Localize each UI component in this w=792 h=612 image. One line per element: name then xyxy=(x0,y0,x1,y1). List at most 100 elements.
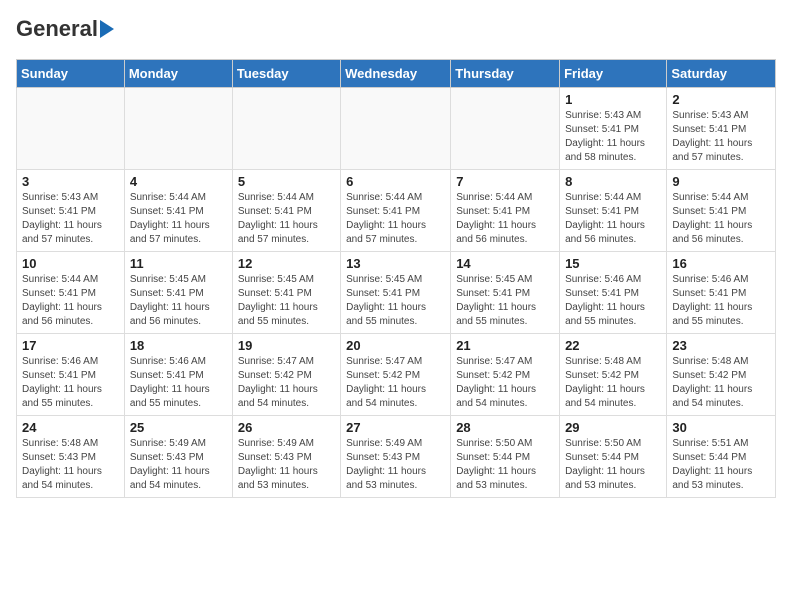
day-info: Sunrise: 5:45 AM Sunset: 5:41 PM Dayligh… xyxy=(130,273,227,329)
day-number: 11 xyxy=(130,256,227,271)
calendar-week-row: 24 Sunrise: 5:48 AM Sunset: 5:43 PM Dayli… xyxy=(17,416,776,498)
day-number: 30 xyxy=(672,420,770,435)
day-info: Sunrise: 5:43 AM Sunset: 5:41 PM Dayligh… xyxy=(672,109,770,165)
day-number: 8 xyxy=(565,174,661,189)
calendar-cell: 9 Sunrise: 5:44 AM Sunset: 5:41 PM Daylig… xyxy=(667,170,776,252)
day-info: Sunrise: 5:51 AM Sunset: 5:44 PM Dayligh… xyxy=(672,437,770,493)
day-info: Sunrise: 5:47 AM Sunset: 5:42 PM Dayligh… xyxy=(238,355,335,411)
day-number: 10 xyxy=(22,256,119,271)
day-number: 16 xyxy=(672,256,770,271)
calendar-week-row: 1 Sunrise: 5:43 AM Sunset: 5:41 PM Daylig… xyxy=(17,88,776,170)
calendar-cell: 12 Sunrise: 5:45 AM Sunset: 5:41 PM Dayli… xyxy=(232,252,340,334)
day-number: 3 xyxy=(22,174,119,189)
calendar-cell: 17 Sunrise: 5:46 AM Sunset: 5:41 PM Dayli… xyxy=(17,334,125,416)
weekday-header: Monday xyxy=(124,60,232,88)
calendar-cell: 1 Sunrise: 5:43 AM Sunset: 5:41 PM Daylig… xyxy=(560,88,667,170)
day-info: Sunrise: 5:44 AM Sunset: 5:41 PM Dayligh… xyxy=(672,191,770,247)
calendar-table: SundayMondayTuesdayWednesdayThursdayFrid… xyxy=(16,59,776,498)
calendar-cell: 23Sunrise: 5:48 AM Sunset: 5:42 PM Dayli… xyxy=(667,334,776,416)
day-info: Sunrise: 5:46 AM Sunset: 5:41 PM Dayligh… xyxy=(672,273,770,329)
day-info: Sunrise: 5:46 AM Sunset: 5:41 PM Dayligh… xyxy=(130,355,227,411)
page-header: General xyxy=(16,16,776,47)
calendar-cell: 29Sunrise: 5:50 AM Sunset: 5:44 PM Dayli… xyxy=(560,416,667,498)
day-info: Sunrise: 5:44 AM Sunset: 5:41 PM Dayligh… xyxy=(130,191,227,247)
day-info: Sunrise: 5:46 AM Sunset: 5:41 PM Dayligh… xyxy=(22,355,119,411)
day-info: Sunrise: 5:47 AM Sunset: 5:42 PM Dayligh… xyxy=(456,355,554,411)
day-info: Sunrise: 5:45 AM Sunset: 5:41 PM Dayligh… xyxy=(238,273,335,329)
day-number: 28 xyxy=(456,420,554,435)
day-info: Sunrise: 5:44 AM Sunset: 5:41 PM Dayligh… xyxy=(238,191,335,247)
calendar-cell: 5 Sunrise: 5:44 AM Sunset: 5:41 PM Daylig… xyxy=(232,170,340,252)
calendar-cell: 10 Sunrise: 5:44 AM Sunset: 5:41 PM Dayli… xyxy=(17,252,125,334)
day-number: 9 xyxy=(672,174,770,189)
calendar-cell: 11 Sunrise: 5:45 AM Sunset: 5:41 PM Dayli… xyxy=(124,252,232,334)
calendar-cell: 19 Sunrise: 5:47 AM Sunset: 5:42 PM Dayli… xyxy=(232,334,340,416)
day-info: Sunrise: 5:44 AM Sunset: 5:41 PM Dayligh… xyxy=(565,191,661,247)
day-info: Sunrise: 5:44 AM Sunset: 5:41 PM Dayligh… xyxy=(456,191,554,247)
day-number: 1 xyxy=(565,92,661,107)
calendar-cell: 8 Sunrise: 5:44 AM Sunset: 5:41 PM Daylig… xyxy=(560,170,667,252)
calendar-cell: 21 Sunrise: 5:47 AM Sunset: 5:42 PM Dayli… xyxy=(451,334,560,416)
calendar-cell: 28 Sunrise: 5:50 AM Sunset: 5:44 PM Dayli… xyxy=(451,416,560,498)
day-info: Sunrise: 5:44 AM Sunset: 5:41 PM Dayligh… xyxy=(22,273,119,329)
day-number: 2 xyxy=(672,92,770,107)
day-info: Sunrise: 5:47 AM Sunset: 5:42 PM Dayligh… xyxy=(346,355,445,411)
calendar-cell xyxy=(17,88,125,170)
day-info: Sunrise: 5:45 AM Sunset: 5:41 PM Dayligh… xyxy=(456,273,554,329)
day-number: 17 xyxy=(22,338,119,353)
calendar-header-row: SundayMondayTuesdayWednesdayThursdayFrid… xyxy=(17,60,776,88)
day-number: 27 xyxy=(346,420,445,435)
calendar-cell: 2 Sunrise: 5:43 AM Sunset: 5:41 PM Daylig… xyxy=(667,88,776,170)
day-number: 24 xyxy=(22,420,119,435)
calendar-cell: 20 Sunrise: 5:47 AM Sunset: 5:42 PM Dayli… xyxy=(341,334,451,416)
day-info: Sunrise: 5:49 AM Sunset: 5:43 PM Dayligh… xyxy=(346,437,445,493)
calendar-cell: 30 Sunrise: 5:51 AM Sunset: 5:44 PM Dayli… xyxy=(667,416,776,498)
weekday-header: Friday xyxy=(560,60,667,88)
calendar-cell: 22Sunrise: 5:48 AM Sunset: 5:42 PM Dayli… xyxy=(560,334,667,416)
day-number: 21 xyxy=(456,338,554,353)
day-number: 19 xyxy=(238,338,335,353)
day-info: Sunrise: 5:49 AM Sunset: 5:43 PM Dayligh… xyxy=(130,437,227,493)
calendar-cell: 13 Sunrise: 5:45 AM Sunset: 5:41 PM Dayli… xyxy=(341,252,451,334)
calendar-cell: 26Sunrise: 5:49 AM Sunset: 5:43 PM Dayli… xyxy=(232,416,340,498)
day-number: 22 xyxy=(565,338,661,353)
day-number: 13 xyxy=(346,256,445,271)
calendar-cell: 27 Sunrise: 5:49 AM Sunset: 5:43 PM Dayli… xyxy=(341,416,451,498)
day-info: Sunrise: 5:44 AM Sunset: 5:41 PM Dayligh… xyxy=(346,191,445,247)
day-number: 7 xyxy=(456,174,554,189)
logo-arrow-icon xyxy=(100,20,114,38)
calendar-cell: 25 Sunrise: 5:49 AM Sunset: 5:43 PM Dayli… xyxy=(124,416,232,498)
calendar-cell: 7 Sunrise: 5:44 AM Sunset: 5:41 PM Daylig… xyxy=(451,170,560,252)
calendar-cell: 14 Sunrise: 5:45 AM Sunset: 5:41 PM Dayli… xyxy=(451,252,560,334)
day-number: 23 xyxy=(672,338,770,353)
day-number: 15 xyxy=(565,256,661,271)
day-number: 20 xyxy=(346,338,445,353)
weekday-header: Thursday xyxy=(451,60,560,88)
day-info: Sunrise: 5:43 AM Sunset: 5:41 PM Dayligh… xyxy=(565,109,661,165)
day-number: 14 xyxy=(456,256,554,271)
calendar-cell xyxy=(124,88,232,170)
day-number: 5 xyxy=(238,174,335,189)
calendar-cell: 3 Sunrise: 5:43 AM Sunset: 5:41 PM Daylig… xyxy=(17,170,125,252)
day-number: 18 xyxy=(130,338,227,353)
calendar-cell xyxy=(451,88,560,170)
calendar-cell xyxy=(341,88,451,170)
calendar-week-row: 3 Sunrise: 5:43 AM Sunset: 5:41 PM Daylig… xyxy=(17,170,776,252)
calendar-week-row: 10 Sunrise: 5:44 AM Sunset: 5:41 PM Dayli… xyxy=(17,252,776,334)
weekday-header: Tuesday xyxy=(232,60,340,88)
day-info: Sunrise: 5:45 AM Sunset: 5:41 PM Dayligh… xyxy=(346,273,445,329)
weekday-header: Sunday xyxy=(17,60,125,88)
calendar-cell xyxy=(232,88,340,170)
day-info: Sunrise: 5:46 AM Sunset: 5:41 PM Dayligh… xyxy=(565,273,661,329)
calendar-cell: 6 Sunrise: 5:44 AM Sunset: 5:41 PM Daylig… xyxy=(341,170,451,252)
day-info: Sunrise: 5:50 AM Sunset: 5:44 PM Dayligh… xyxy=(456,437,554,493)
day-info: Sunrise: 5:49 AM Sunset: 5:43 PM Dayligh… xyxy=(238,437,335,493)
day-number: 25 xyxy=(130,420,227,435)
day-number: 6 xyxy=(346,174,445,189)
calendar-week-row: 17 Sunrise: 5:46 AM Sunset: 5:41 PM Dayli… xyxy=(17,334,776,416)
day-info: Sunrise: 5:48 AM Sunset: 5:43 PM Dayligh… xyxy=(22,437,119,493)
weekday-header: Saturday xyxy=(667,60,776,88)
day-number: 29 xyxy=(565,420,661,435)
day-info: Sunrise: 5:43 AM Sunset: 5:41 PM Dayligh… xyxy=(22,191,119,247)
day-number: 12 xyxy=(238,256,335,271)
